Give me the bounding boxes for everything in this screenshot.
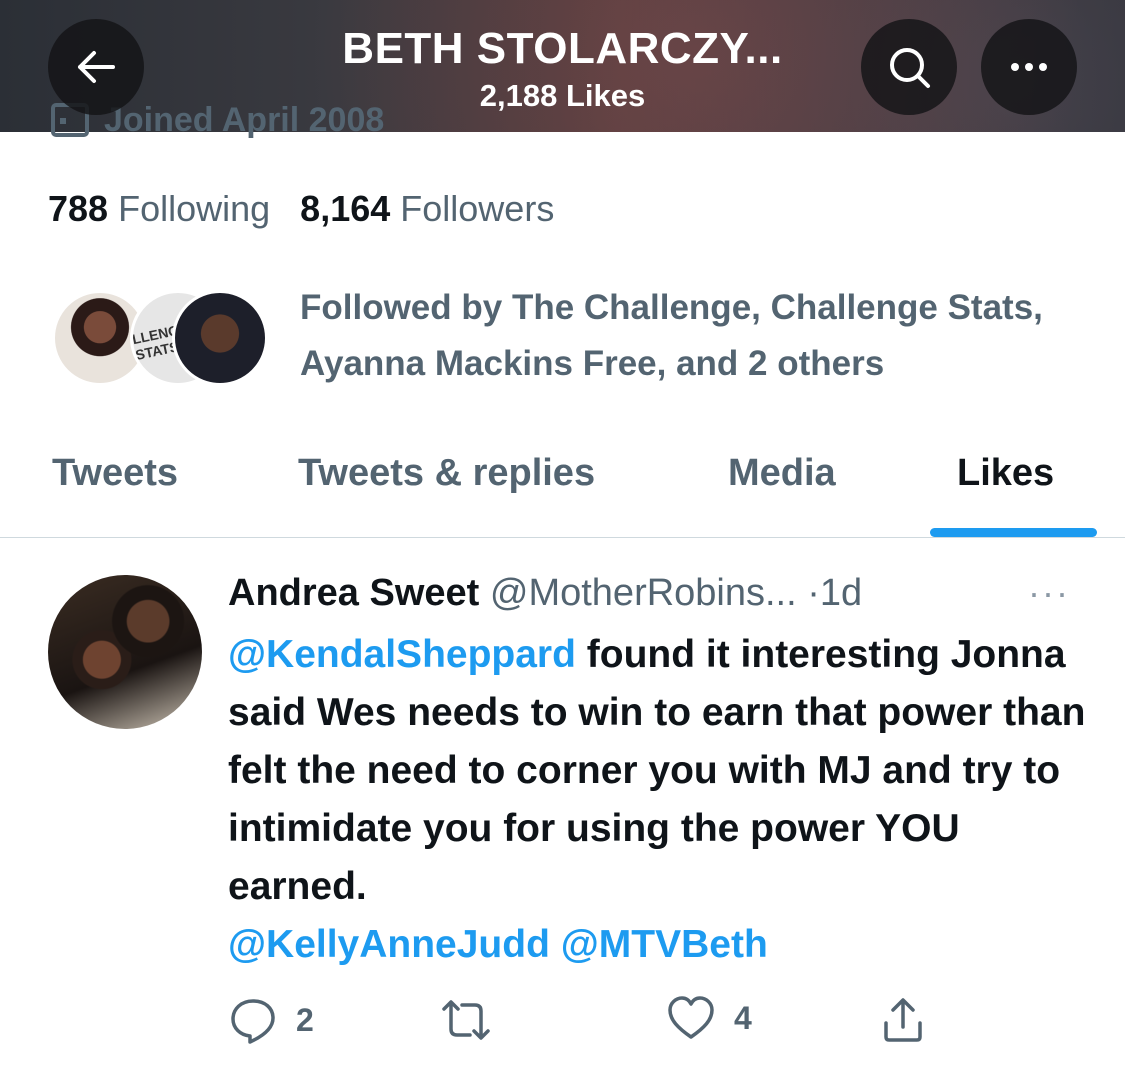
tweet-header: Andrea Sweet @MotherRobins... ·1d <box>228 572 862 615</box>
search-button[interactable] <box>861 19 957 115</box>
follow-stats: 788 Following 8,164 Followers <box>48 188 554 230</box>
active-tab-indicator <box>930 528 1097 537</box>
following-link[interactable]: 788 Following <box>48 188 270 230</box>
avatar <box>172 290 268 386</box>
likes-count: 2,188 Likes <box>479 78 646 113</box>
followers-label: Followers <box>400 188 555 229</box>
reply-button[interactable]: 2 <box>228 995 314 1045</box>
like-count: 4 <box>734 999 752 1036</box>
like-button[interactable]: 4 <box>666 995 752 1041</box>
following-count: 788 <box>48 188 109 229</box>
following-label: Following <box>118 188 271 229</box>
mention-link[interactable]: @KellyAnneJudd <box>228 923 550 966</box>
mention-link[interactable]: @MTVBeth <box>561 923 768 966</box>
followers-count: 8,164 <box>300 188 391 229</box>
tab-media[interactable]: Media <box>728 452 836 495</box>
more-icon <box>1009 62 1049 72</box>
retweet-button[interactable] <box>438 995 512 1045</box>
tweet-author-handle[interactable]: @MotherRobins... <box>490 572 797 614</box>
profile-header: BETH STOLARCZY... 2,188 Likes <box>0 0 1125 132</box>
tweet-separator: · <box>807 572 820 614</box>
followers-link[interactable]: 8,164 Followers <box>300 188 554 230</box>
followed-by-text[interactable]: Followed by The Challenge, Challenge Sta… <box>300 280 1080 392</box>
tab-tweets[interactable]: Tweets <box>52 452 178 495</box>
retweet-icon <box>438 995 494 1045</box>
share-button[interactable] <box>878 995 928 1045</box>
tweet-time[interactable]: 1d <box>820 572 862 614</box>
more-button[interactable] <box>981 19 1077 115</box>
tab-tweets-replies[interactable]: Tweets & replies <box>298 452 595 495</box>
followed-by-avatars[interactable]: LLENGE STATS <box>52 290 272 386</box>
reply-icon <box>228 995 278 1045</box>
tweet-more-icon[interactable]: ··· <box>1028 572 1070 614</box>
tweet-text: @KendalSheppard found it interesting Jon… <box>228 626 1108 974</box>
search-icon <box>886 44 932 90</box>
mention-link[interactable]: @KendalSheppard <box>228 633 576 676</box>
profile-tabs: Tweets Tweets & replies Media Likes <box>0 440 1125 538</box>
heart-icon <box>666 995 716 1041</box>
share-icon <box>878 995 928 1045</box>
reply-count: 2 <box>296 1001 314 1038</box>
avatar[interactable] <box>48 575 202 729</box>
tweet-author-name[interactable]: Andrea Sweet <box>228 572 479 614</box>
tab-likes[interactable]: Likes <box>957 452 1054 495</box>
tweet-actions: 2 4 <box>228 995 1108 1055</box>
